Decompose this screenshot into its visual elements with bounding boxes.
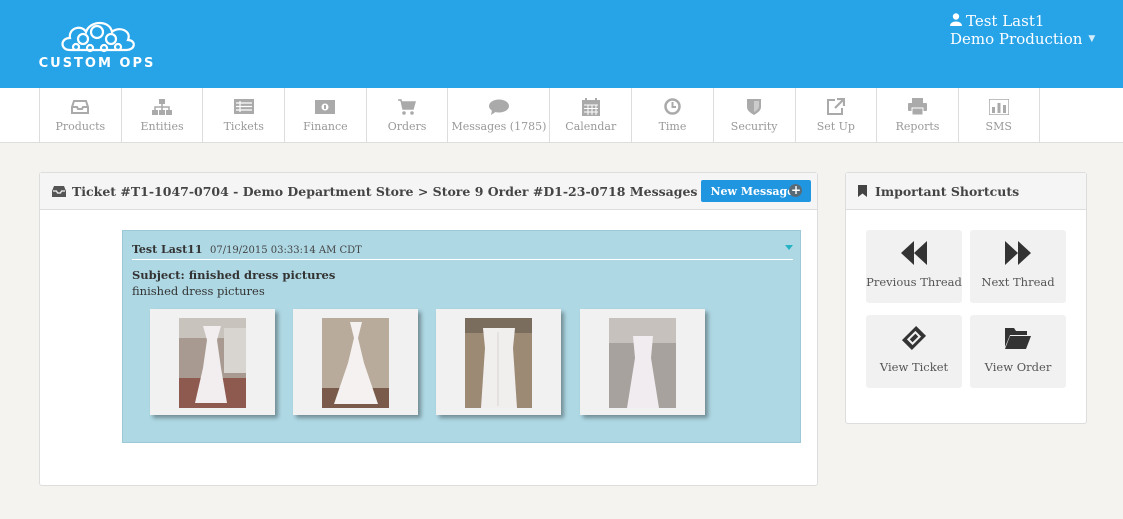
view-ticket-button[interactable]: View Ticket xyxy=(866,315,962,388)
nav-item-orders[interactable]: Orders xyxy=(365,88,448,142)
new-message-button[interactable]: New Message + xyxy=(701,180,812,202)
nav-label: Reports xyxy=(895,119,940,133)
nav-label: Products xyxy=(55,119,106,133)
backward-icon xyxy=(901,241,927,265)
caret-down-icon[interactable] xyxy=(785,245,793,250)
cloud-gears-icon xyxy=(61,21,135,53)
ticket-icon xyxy=(901,325,927,351)
bookmark-icon xyxy=(858,185,867,197)
nav-label: Security xyxy=(730,119,778,133)
messages-panel: Ticket #T1-1047-0704 - Demo Department S… xyxy=(39,172,818,486)
attachment-thumbnail[interactable] xyxy=(150,309,275,415)
attachment-thumbnail[interactable] xyxy=(293,309,418,415)
nav-item-security[interactable]: Security xyxy=(712,88,795,142)
nav-label: SMS xyxy=(985,119,1012,133)
user-org: Demo Production xyxy=(950,30,1083,48)
user-icon xyxy=(950,12,962,30)
calendar-icon xyxy=(580,97,602,116)
dress-photo-1 xyxy=(179,318,246,408)
shortcut-label: Next Thread xyxy=(981,275,1055,289)
panel-title: Ticket #T1-1047-0704 - Demo Department S… xyxy=(72,183,698,199)
panel-header: Ticket #T1-1047-0704 - Demo Department S… xyxy=(40,173,817,210)
money-icon xyxy=(314,98,336,116)
cart-icon xyxy=(396,98,418,116)
message-card: Test Last11 07/19/2015 03:33:14 AM CDT S… xyxy=(122,230,801,443)
logo[interactable]: CUSTOM OPS xyxy=(38,12,156,76)
shortcuts-header: Important Shortcuts xyxy=(846,173,1086,210)
shortcuts-title: Important Shortcuts xyxy=(875,183,1020,199)
dress-photo-2 xyxy=(322,318,389,408)
shortcut-label: View Order xyxy=(984,360,1052,374)
shield-icon xyxy=(743,98,765,116)
attachment-thumbnail[interactable] xyxy=(580,309,705,415)
nav-label: Tickets xyxy=(223,119,264,133)
inbox-icon xyxy=(52,185,66,197)
sitemap-icon xyxy=(151,98,173,116)
message-header: Test Last11 07/19/2015 03:33:14 AM CDT xyxy=(132,243,793,260)
nav-item-time[interactable]: Time xyxy=(631,88,713,142)
external-link-icon xyxy=(825,98,847,116)
previous-thread-button[interactable]: Previous Thread xyxy=(866,230,962,303)
message-author: Test Last11 xyxy=(132,243,203,256)
print-icon xyxy=(907,98,929,116)
nav-label: Set Up xyxy=(816,119,855,133)
clock-icon xyxy=(661,98,683,116)
nav-item-finance[interactable]: Finance xyxy=(284,88,366,142)
dress-photo-3 xyxy=(465,318,532,408)
message-timestamp: 07/19/2015 03:33:14 AM CDT xyxy=(209,245,362,256)
next-thread-button[interactable]: Next Thread xyxy=(970,230,1066,303)
nav-label: Entities xyxy=(140,119,184,133)
message-body: finished dress pictures xyxy=(132,284,265,298)
user-name: Test Last1 xyxy=(966,12,1045,30)
new-message-label: New Message xyxy=(710,184,795,198)
attachment-thumbnail[interactable] xyxy=(436,309,561,415)
forward-icon xyxy=(1005,241,1031,265)
nav-item-tickets[interactable]: Tickets xyxy=(202,88,284,142)
nav-item-calendar[interactable]: Calendar xyxy=(549,88,631,142)
bar-chart-icon xyxy=(988,98,1010,116)
nav-item-messages[interactable]: Messages (1785) xyxy=(447,88,549,142)
nav-label: Calendar xyxy=(565,119,617,133)
inbox-icon xyxy=(69,98,91,116)
dress-photo-4 xyxy=(609,318,676,408)
view-order-button[interactable]: View Order xyxy=(970,315,1066,388)
shortcuts-panel: Important Shortcuts Previous Thread Next… xyxy=(845,172,1087,424)
top-header: CUSTOM OPS Test Last1 Demo Production ▼ xyxy=(0,0,1123,88)
nav-label: Orders xyxy=(387,119,427,133)
folder-open-icon xyxy=(1005,328,1031,349)
user-menu[interactable]: Test Last1 Demo Production ▼ xyxy=(950,12,1095,48)
plus-circle-icon: + xyxy=(789,183,803,197)
main-nav: Products Entities Tickets Finance Orders… xyxy=(0,88,1123,143)
nav-label: Messages (1785) xyxy=(451,119,547,133)
list-icon xyxy=(233,98,255,116)
chevron-down-icon: ▼ xyxy=(1088,34,1096,44)
nav-item-products[interactable]: Products xyxy=(39,88,121,142)
logo-text: CUSTOM OPS xyxy=(38,56,156,71)
nav-item-reports[interactable]: Reports xyxy=(876,88,958,142)
user-org-row: Demo Production ▼ xyxy=(950,30,1095,48)
comment-icon xyxy=(488,98,510,116)
user-name-row: Test Last1 xyxy=(950,12,1095,30)
nav-item-setup[interactable]: Set Up xyxy=(794,88,877,142)
nav-item-sms[interactable]: SMS xyxy=(957,88,1040,142)
nav-label: Time xyxy=(658,119,687,133)
shortcut-label: View Ticket xyxy=(879,360,949,374)
message-subject: Subject: finished dress pictures xyxy=(132,268,336,282)
nav-label: Finance xyxy=(303,119,348,133)
nav-item-entities[interactable]: Entities xyxy=(120,88,203,142)
shortcut-label: Previous Thread xyxy=(866,275,962,289)
